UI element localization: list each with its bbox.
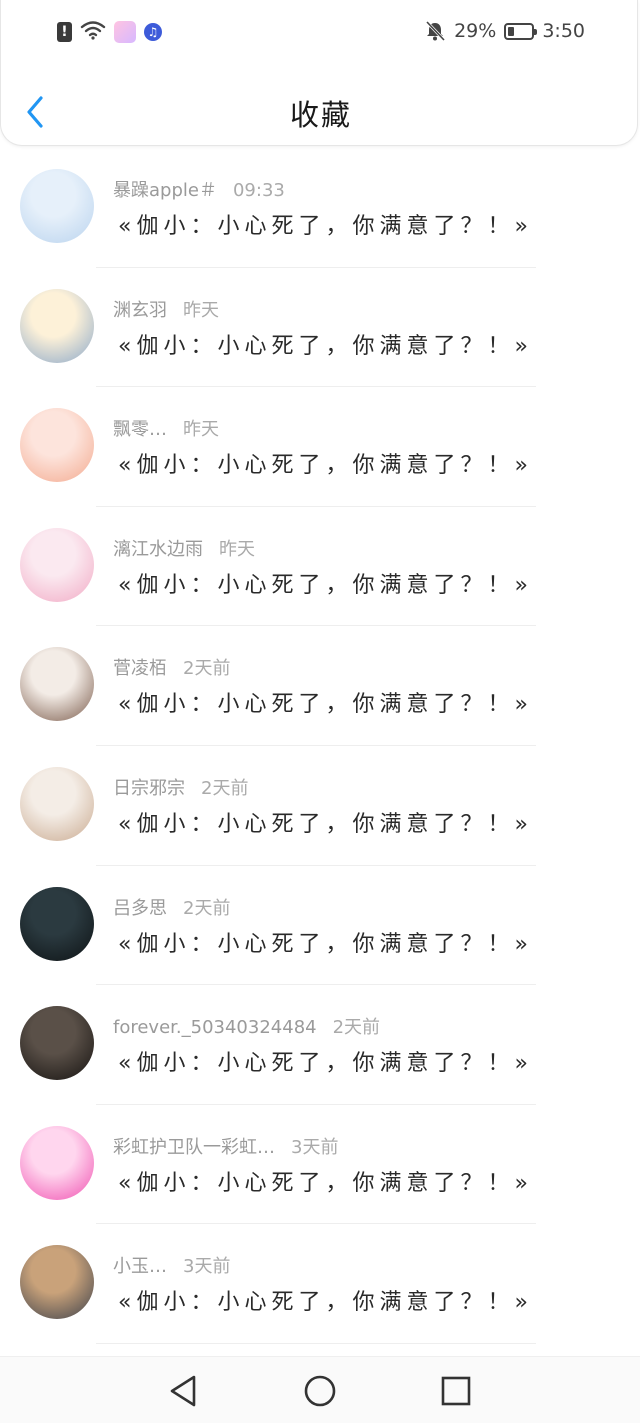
circle-home-icon — [304, 1375, 336, 1407]
favorites-list: 暴躁apple＃ 09:33 «伽小：小心死了，你满意了？！» 渊玄羽 昨天 «伽小：小心… — [0, 148, 640, 1344]
message-time: 2天前 — [183, 658, 231, 680]
battery-fill — [508, 26, 515, 36]
list-item[interactable]: 菅凌栢 2天前 «伽小：小心死了，你满意了？！» — [0, 626, 640, 746]
sender-line: 飘零… 昨天 — [113, 415, 219, 441]
title-bar: 收藏 — [1, 78, 640, 144]
avatar[interactable] — [20, 1006, 94, 1081]
bell-off-icon — [424, 20, 446, 42]
status-right: 29% 3:50 — [424, 20, 585, 42]
sender-line: 漓江水边雨 昨天 — [113, 535, 255, 561]
message-text: «伽小：小心死了，你满意了？！» — [118, 453, 533, 479]
status-time: 3:50 — [542, 20, 585, 42]
wifi-icon — [80, 20, 106, 44]
avatar[interactable] — [20, 886, 94, 961]
message-time: 2天前 — [332, 1017, 381, 1039]
avatar[interactable] — [20, 766, 94, 841]
triangle-back-icon — [170, 1375, 196, 1407]
status-left: ! ♫ — [57, 20, 162, 44]
message-time: 3天前 — [291, 1136, 339, 1158]
message-time: 昨天 — [219, 538, 255, 560]
nav-home-button[interactable] — [300, 1371, 340, 1411]
sender-name: 飘零… — [113, 419, 167, 441]
message-time: 2天前 — [183, 897, 231, 919]
message-text: «伽小：小心死了，你满意了？！» — [118, 692, 533, 718]
sender-name: forever._50340324484 — [113, 1017, 317, 1039]
list-item[interactable]: 暴躁apple＃ 09:33 «伽小：小心死了，你满意了？！» — [0, 148, 640, 268]
battery-percent: 29% — [454, 20, 497, 42]
list-item[interactable]: 渊玄羽 昨天 «伽小：小心死了，你满意了？！» — [0, 268, 640, 388]
sender-line: 暴躁apple＃ 09:33 — [113, 176, 285, 202]
sender-line: 彩虹护卫队一彩虹… 3天前 — [113, 1133, 338, 1159]
message-text: «伽小：小心死了，你满意了？！» — [118, 811, 533, 837]
sender-line: 菅凌栢 2天前 — [113, 654, 230, 680]
avatar[interactable] — [20, 288, 94, 363]
message-text: «伽小：小心死了，你满意了？！» — [118, 1290, 533, 1316]
sender-name: 漓江水边雨 — [113, 538, 203, 560]
list-item[interactable]: 日宗邪宗 2天前 «伽小：小心死了，你满意了？！» — [0, 746, 640, 866]
sender-name: 渊玄羽 — [113, 299, 167, 321]
sender-name: 小玉… — [113, 1256, 167, 1278]
sender-name: 日宗邪宗 — [113, 777, 185, 799]
status-bar: ! ♫ 29% 3:50 — [1, 14, 640, 50]
message-time: 昨天 — [183, 299, 219, 321]
message-time: 2天前 — [201, 777, 249, 799]
list-item[interactable]: 小玉… 3天前 «伽小：小心死了，你满意了？！» — [0, 1224, 640, 1344]
sender-line: forever._50340324484 2天前 — [113, 1013, 380, 1039]
avatar[interactable] — [20, 408, 94, 483]
sender-name: 菅凌栢 — [113, 658, 167, 680]
avatar[interactable] — [20, 1125, 94, 1200]
list-item[interactable]: forever._50340324484 2天前 «伽小：小心死了，你满意了？！» — [0, 985, 640, 1105]
sender-name: 暴躁apple＃ — [113, 180, 217, 201]
square-recents-icon — [441, 1376, 471, 1406]
list-item[interactable]: 吕多思 2天前 «伽小：小心死了，你满意了？！» — [0, 866, 640, 986]
nav-recents-button[interactable] — [436, 1371, 476, 1411]
message-text: «伽小：小心死了，你满意了？！» — [118, 931, 533, 957]
list-item[interactable]: 彩虹护卫队一彩虹… 3天前 «伽小：小心死了，你满意了？！» — [0, 1105, 640, 1225]
music-icon: ♫ — [144, 23, 162, 41]
message-text: «伽小：小心死了，你满意了？！» — [118, 572, 533, 598]
list-item[interactable]: 漓江水边雨 昨天 «伽小：小心死了，你满意了？！» — [0, 507, 640, 627]
avatar[interactable] — [20, 647, 94, 722]
message-time: 3天前 — [183, 1256, 231, 1278]
sender-line: 日宗邪宗 2天前 — [113, 774, 248, 800]
sender-name: 吕多思 — [113, 897, 167, 919]
system-nav-bar — [0, 1356, 640, 1423]
message-text: «伽小：小心死了，你满意了？！» — [118, 333, 533, 359]
sender-line: 吕多思 2天前 — [113, 894, 230, 920]
avatar[interactable] — [20, 527, 94, 602]
divider — [96, 1342, 536, 1344]
page-title: 收藏 — [289, 98, 352, 132]
sender-line: 渊玄羽 昨天 — [113, 296, 219, 322]
sender-name: 彩虹护卫队一彩虹… — [113, 1136, 275, 1158]
list-item[interactable]: 飘零… 昨天 «伽小：小心死了，你满意了？！» — [0, 387, 640, 507]
message-text: «伽小：小心死了，你满意了？！» — [118, 1051, 533, 1077]
alert-icon: ! — [57, 22, 72, 42]
app-icon — [114, 21, 136, 43]
message-time: 09:33 — [232, 180, 285, 201]
message-time: 昨天 — [183, 419, 219, 441]
message-text: «伽小：小心死了，你满意了？！» — [118, 214, 533, 239]
battery-icon — [504, 22, 538, 40]
nav-back-button[interactable] — [164, 1371, 204, 1411]
sender-line: 小玉… 3天前 — [113, 1252, 230, 1278]
header-card: ! ♫ 29% 3:50 收藏 — [0, 0, 638, 146]
avatar[interactable] — [20, 1245, 94, 1320]
avatar[interactable] — [20, 169, 94, 243]
message-text: «伽小：小心死了，你满意了？！» — [118, 1170, 533, 1196]
